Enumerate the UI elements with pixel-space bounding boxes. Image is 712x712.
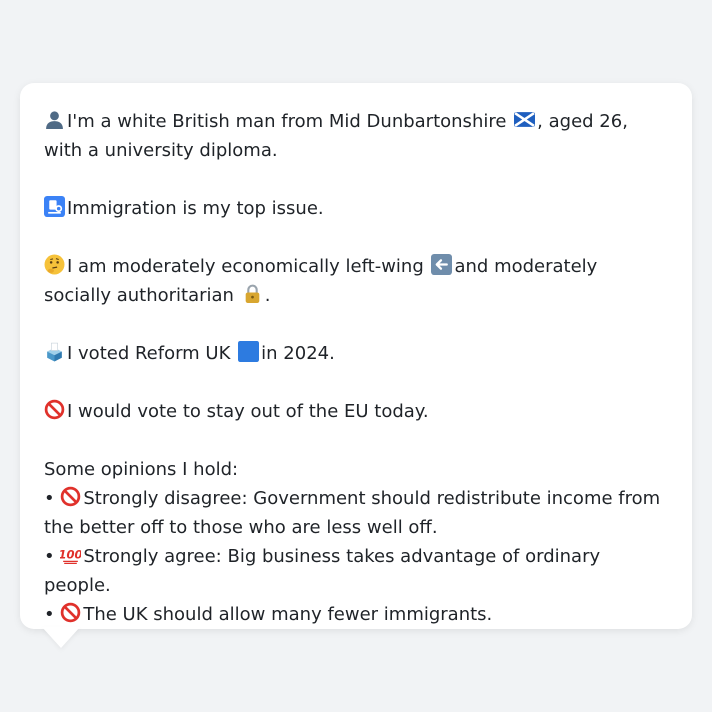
top-issue-paragraph: Immigration is my top issue. xyxy=(44,194,668,223)
bullet: • xyxy=(44,546,55,567)
top-issue-text: Immigration is my top issue. xyxy=(67,198,324,219)
scotland-flag-icon xyxy=(514,112,536,127)
svg-text:100: 100 xyxy=(60,548,81,562)
lock-icon xyxy=(245,284,260,303)
intro-paragraph: I'm a white British man from Mid Dunbart… xyxy=(44,107,668,165)
blue-square-icon xyxy=(238,341,260,362)
ballot-box-icon xyxy=(47,342,62,362)
eu-text: I would vote to stay out of the EU today… xyxy=(67,401,429,422)
opinion-item: • The UK should allow many fewer immigra… xyxy=(44,600,668,629)
vote-text-after: in 2024. xyxy=(261,343,335,364)
message-bubble: I'm a white British man from Mid Dunbart… xyxy=(20,83,692,629)
opinion-text: The UK should allow many fewer immigrant… xyxy=(83,604,493,625)
prohibited-icon xyxy=(61,486,81,507)
opinion-item: • Strongly disagree: Government should r… xyxy=(44,484,668,542)
opinions-list: Some opinions I hold: • Strongly disagre… xyxy=(44,455,668,629)
opinion-text: Strongly disagree: Government should red… xyxy=(44,488,661,538)
eu-paragraph: I would vote to stay out of the EU today… xyxy=(44,397,668,426)
prohibited-icon xyxy=(61,602,81,623)
bullet: • xyxy=(44,604,55,625)
vote-paragraph: I voted Reform UK in 2024. xyxy=(44,339,668,368)
hundred-points-icon: 100 xyxy=(60,548,81,565)
political-position-paragraph: I am moderately economically left-wing a… xyxy=(44,252,668,310)
person-silhouette-icon xyxy=(46,111,63,129)
opinion-text: Strongly agree: Big business takes advan… xyxy=(44,546,601,596)
thinking-face-icon xyxy=(44,254,65,275)
opinion-item: • 100 Strongly agree: Big business takes… xyxy=(44,542,668,600)
passport-control-icon xyxy=(44,196,65,217)
opinions-heading: Some opinions I hold: xyxy=(44,459,239,480)
bubble-tail xyxy=(42,627,80,648)
position-text-end: . xyxy=(264,285,271,306)
left-arrow-icon xyxy=(431,254,453,275)
position-text-part1: I am moderately economically left-wing xyxy=(67,256,424,277)
intro-text-before-flag: I'm a white British man from Mid Dunbart… xyxy=(67,111,507,132)
bullet: • xyxy=(44,488,55,509)
vote-text-before: I voted Reform UK xyxy=(67,343,231,364)
prohibited-icon xyxy=(44,399,65,420)
